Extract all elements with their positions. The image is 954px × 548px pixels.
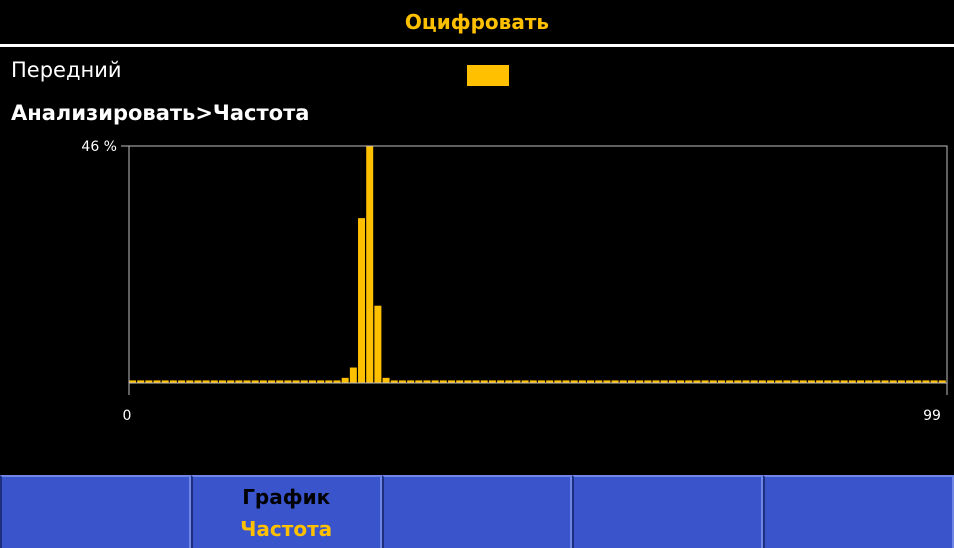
softkey-4[interactable] (572, 475, 764, 548)
frequency-histogram-chart: 46 % 0 99 (81, 139, 948, 424)
page-title: Оцифровать (404, 10, 550, 34)
title-bar: Оцифровать (0, 0, 954, 47)
bars-group (129, 146, 946, 383)
histogram-bar (374, 305, 382, 383)
softkey-bar: График Частота (0, 475, 954, 548)
softkey-1[interactable] (0, 475, 191, 548)
trace-name: Передний (11, 58, 122, 82)
softkey-graph-label: График (242, 484, 331, 509)
x-min-label: 0 (123, 408, 132, 424)
plot-frame (128, 145, 948, 384)
analysis-path: Анализировать>Частота (11, 101, 310, 125)
x-max-label: 99 (923, 408, 941, 424)
histogram-bar (341, 377, 349, 383)
softkey-3[interactable] (381, 475, 573, 548)
histogram-bar (349, 367, 357, 383)
softkey-5[interactable] (763, 475, 954, 548)
softkey-graph-value: Частота (240, 516, 333, 541)
trace-color-swatch (467, 65, 509, 86)
histogram-bar (382, 377, 390, 383)
y-max-label: 46 % (81, 139, 117, 155)
histogram-bar (358, 218, 366, 383)
softkey-graph[interactable]: График Частота (190, 475, 382, 548)
histogram-bar (366, 146, 374, 383)
